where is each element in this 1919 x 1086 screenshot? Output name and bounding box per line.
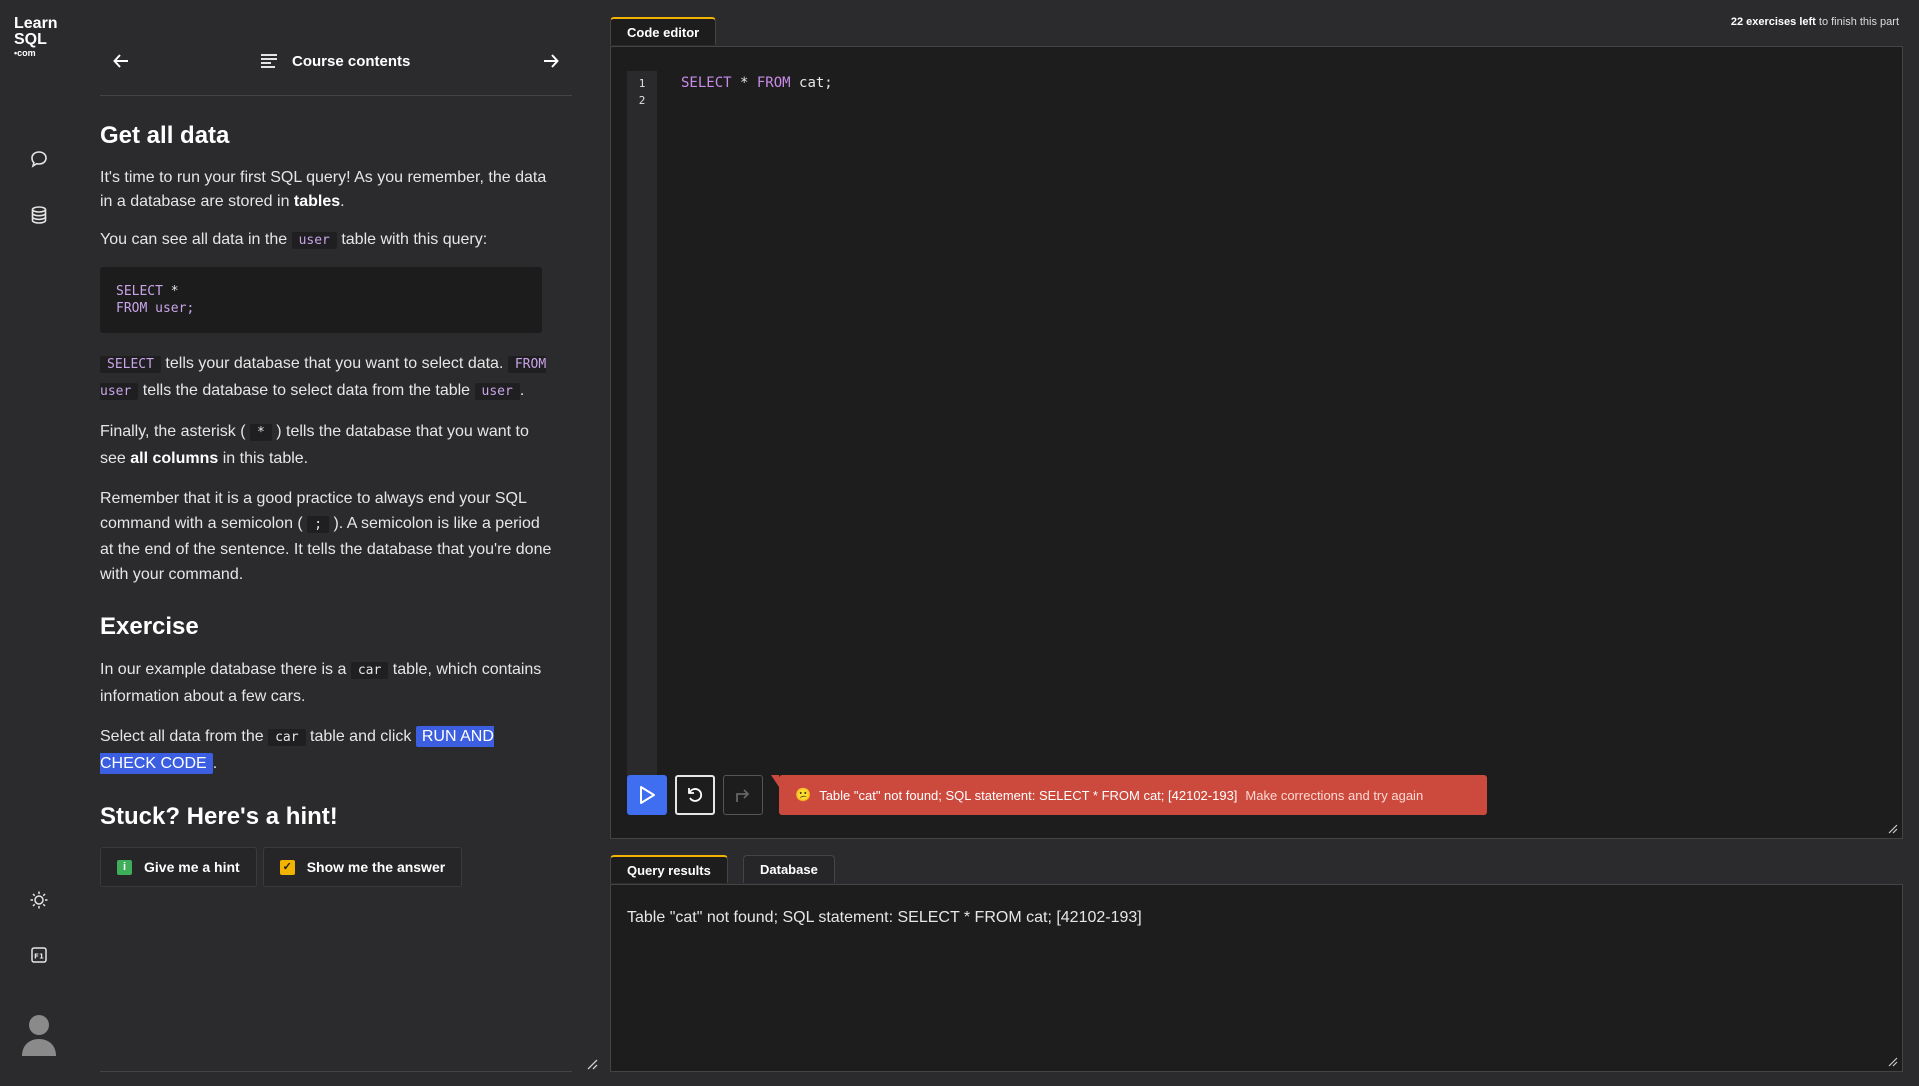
play-icon: [640, 786, 655, 804]
logo[interactable]: Learn SQL •com: [14, 15, 58, 59]
list-icon: [261, 54, 277, 68]
lesson-paragraph: You can see all data in the user table w…: [100, 231, 488, 249]
line-number: 1: [638, 77, 646, 90]
reset-button[interactable]: [675, 775, 715, 815]
user-avatar[interactable]: [20, 1010, 58, 1056]
lesson-content: Get all data It's time to run your first…: [100, 120, 552, 887]
course-contents-button[interactable]: Course contents: [260, 46, 410, 76]
results-resize-handle[interactable]: [1888, 1057, 1898, 1067]
run-button[interactable]: [627, 775, 667, 815]
course-contents-label: Course contents: [292, 52, 411, 70]
panel-resize-handle[interactable]: [586, 1058, 598, 1070]
code-editor[interactable]: 1 2 SELECT * FROM cat; 😕 Table "cat" not…: [610, 46, 1903, 839]
lesson-title: Get all data: [100, 122, 230, 149]
lesson-paragraph: Remember that it is a good practice to a…: [100, 490, 552, 583]
exercise-title: Exercise: [100, 613, 199, 640]
keyboard-shortcuts-icon[interactable]: F1: [24, 940, 54, 970]
chat-icon[interactable]: [24, 144, 54, 174]
error-text: Table "cat" not found; SQL statement: SE…: [819, 787, 1238, 803]
exercise-paragraph: In our example database there is a car t…: [100, 661, 542, 705]
panel-divider: [100, 1071, 572, 1072]
info-icon: i: [117, 859, 132, 875]
exercise-paragraph: Select all data from the car table and c…: [100, 726, 494, 774]
error-hint: Make corrections and try again: [1245, 787, 1424, 803]
left-rail: Learn SQL •com F1: [0, 0, 78, 1086]
error-message: 😕 Table "cat" not found; SQL statement: …: [771, 775, 1487, 815]
lesson-paragraph: Finally, the asterisk ( * ) tells the da…: [100, 423, 529, 467]
next-step-button[interactable]: [723, 775, 763, 815]
give-hint-button[interactable]: i Give me a hint: [100, 847, 257, 887]
results-text: Table "cat" not found; SQL statement: SE…: [627, 909, 1142, 926]
lesson-paragraph: SELECT tells your database that you want…: [100, 355, 547, 400]
lesson-paragraph: It's time to run your first SQL query! A…: [100, 169, 547, 210]
svg-text:F1: F1: [34, 953, 44, 961]
show-answer-button[interactable]: ✓ Show me the answer: [262, 847, 463, 887]
database-icon[interactable]: [24, 200, 54, 230]
code-line[interactable]: SELECT * FROM cat;: [681, 75, 833, 91]
logo-line2: SQL: [14, 31, 47, 48]
next-exercise-button[interactable]: [536, 46, 566, 76]
logo-line1: Learn: [14, 15, 58, 32]
logo-line3: •com: [14, 48, 36, 58]
give-hint-label: Give me a hint: [144, 859, 240, 875]
reset-icon: [688, 788, 703, 802]
instructions-panel: Course contents Get all data It's time t…: [100, 0, 572, 1076]
example-code-block: SELECT * FROM user;: [100, 267, 542, 333]
query-results-panel: Table "cat" not found; SQL statement: SE…: [610, 884, 1903, 1072]
hint-title: Stuck? Here's a hint!: [100, 803, 338, 830]
tab-database[interactable]: Database: [743, 855, 835, 883]
previous-exercise-button[interactable]: [106, 46, 136, 76]
confused-face-icon: 😕: [795, 787, 812, 802]
theme-toggle-icon[interactable]: [24, 885, 54, 915]
line-number: 2: [638, 94, 646, 107]
checkmark-icon: ✓: [279, 859, 295, 875]
redirect-arrow-icon: [736, 789, 750, 802]
editor-resize-handle[interactable]: [1888, 824, 1898, 834]
tab-code-editor[interactable]: Code editor: [610, 17, 717, 45]
exercises-left-label: 22 exercises left to finish this part: [1730, 16, 1899, 28]
show-answer-label: Show me the answer: [306, 859, 446, 875]
inline-code: user: [291, 232, 337, 249]
tab-query-results[interactable]: Query results: [610, 855, 728, 883]
line-number-gutter: 1 2: [627, 71, 657, 781]
course-nav: Course contents: [100, 30, 572, 96]
